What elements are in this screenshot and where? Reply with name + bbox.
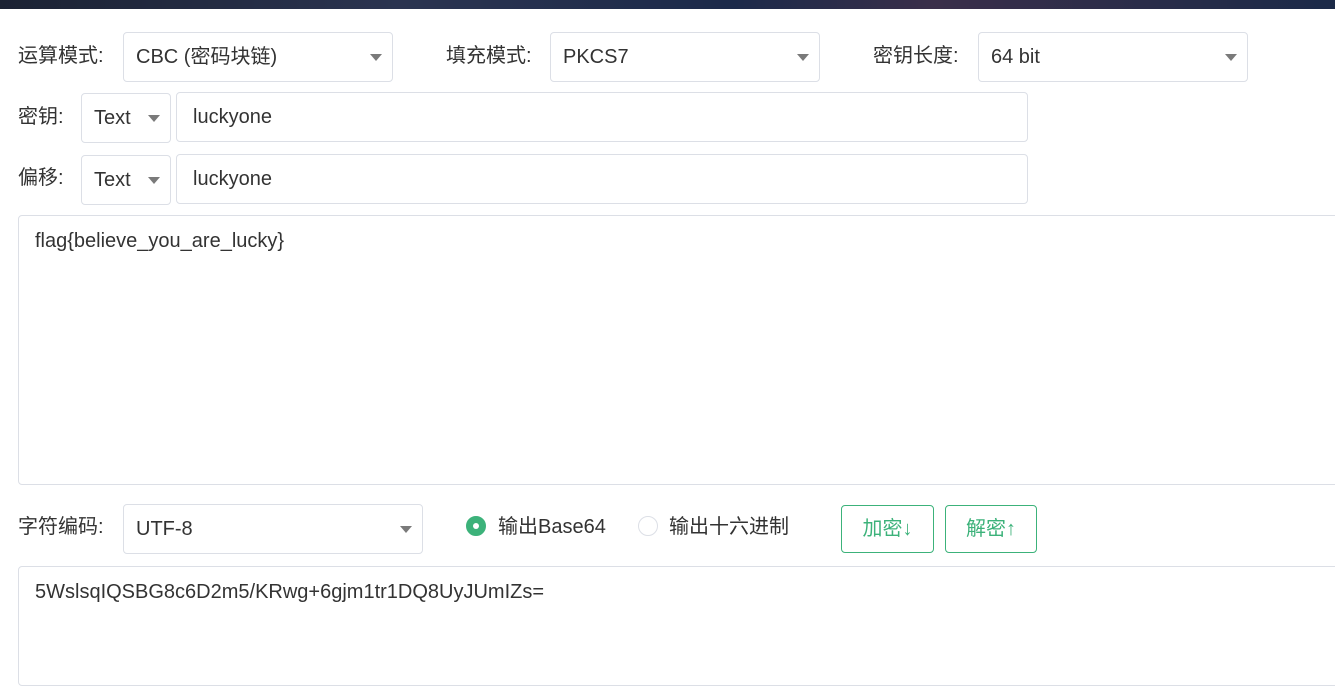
top-background-strip — [0, 0, 1335, 9]
chevron-down-icon — [797, 54, 809, 61]
chevron-down-icon — [400, 526, 412, 533]
chevron-down-icon — [370, 54, 382, 61]
charset-value: UTF-8 — [136, 518, 193, 540]
plaintext-area[interactable]: flag{believe_you_are_lucky} — [18, 215, 1335, 485]
iv-input[interactable]: luckyone — [176, 154, 1028, 204]
base64-radio[interactable] — [466, 516, 486, 536]
keylen-select[interactable]: 64 bit — [978, 32, 1248, 82]
iv-format-value: Text — [94, 169, 131, 191]
key-label: 密钥: — [18, 106, 64, 128]
padding-value: PKCS7 — [563, 46, 629, 68]
mode-select[interactable]: CBC (密码块链) — [123, 32, 393, 82]
key-format-select[interactable]: Text — [81, 93, 171, 143]
padding-label: 填充模式: — [446, 45, 532, 67]
hex-radio[interactable] — [638, 516, 658, 536]
encrypt-button[interactable]: 加密↓ — [841, 505, 934, 553]
iv-label: 偏移: — [18, 167, 64, 189]
ciphertext-area[interactable]: 5WslsqIQSBG8c6D2m5/KRwg+6gjm1tr1DQ8UyJUm… — [18, 566, 1335, 686]
mode-label: 运算模式: — [18, 45, 104, 67]
charset-label: 字符编码: — [18, 516, 104, 538]
keylen-value: 64 bit — [991, 46, 1040, 68]
chevron-down-icon — [148, 177, 160, 184]
decrypt-button[interactable]: 解密↑ — [945, 505, 1037, 553]
padding-select[interactable]: PKCS7 — [550, 32, 820, 82]
charset-select[interactable]: UTF-8 — [123, 504, 423, 554]
chevron-down-icon — [1225, 54, 1237, 61]
iv-format-select[interactable]: Text — [81, 155, 171, 205]
key-input[interactable]: luckyone — [176, 92, 1028, 142]
mode-value: CBC (密码块链) — [136, 46, 278, 68]
keylen-label: 密钥长度: — [873, 45, 959, 67]
base64-radio-label[interactable]: 输出Base64 — [498, 515, 606, 539]
chevron-down-icon — [148, 115, 160, 122]
hex-radio-label[interactable]: 输出十六进制 — [669, 515, 789, 539]
key-format-value: Text — [94, 107, 131, 129]
